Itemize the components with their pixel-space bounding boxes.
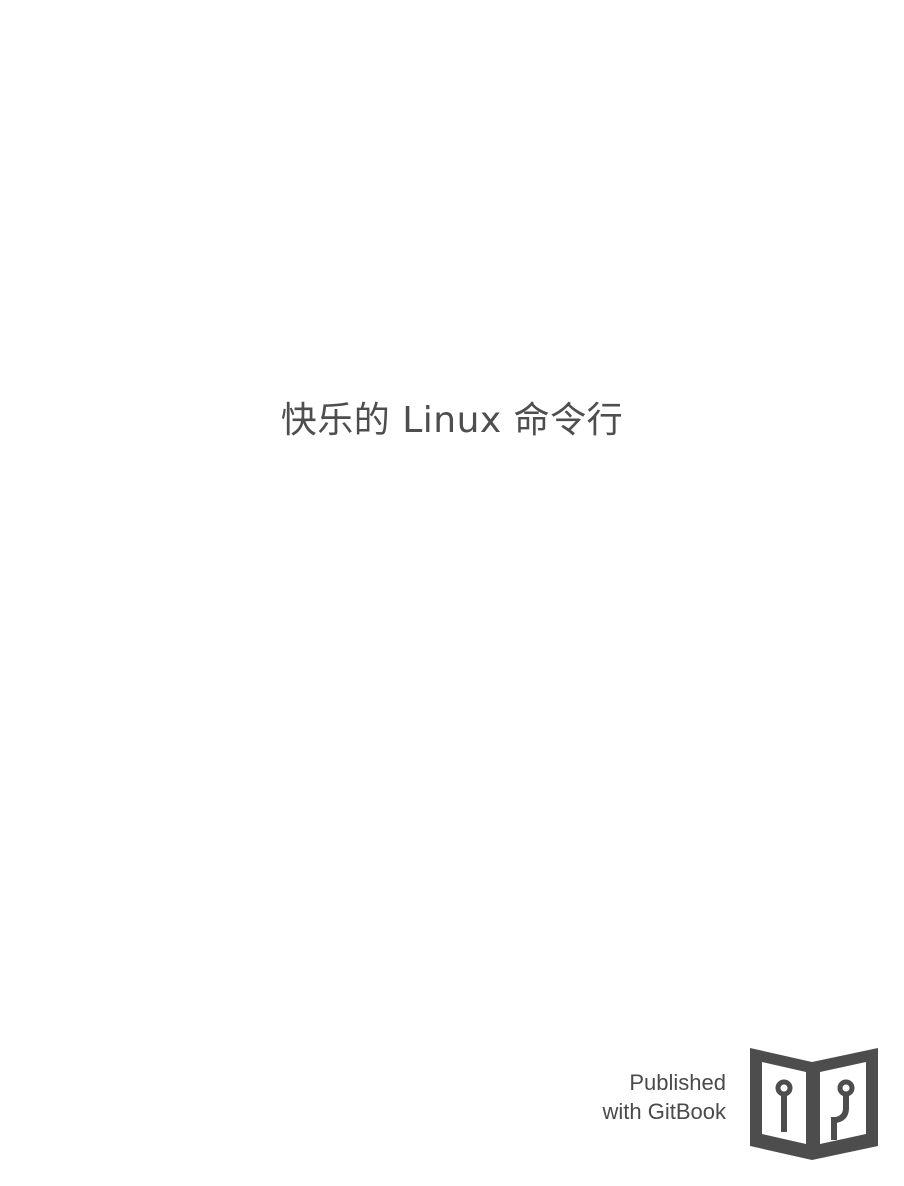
publisher-credit: Published with GitBook: [603, 1068, 727, 1126]
publisher-line-1: Published: [629, 1070, 726, 1095]
gitbook-logo-icon: [750, 1048, 878, 1160]
cover-page: 快乐的 Linux 命令行 Published with GitBook: [0, 0, 904, 1186]
publisher-line-2: with GitBook: [602, 1099, 727, 1124]
book-title: 快乐的 Linux 命令行: [280, 400, 624, 441]
